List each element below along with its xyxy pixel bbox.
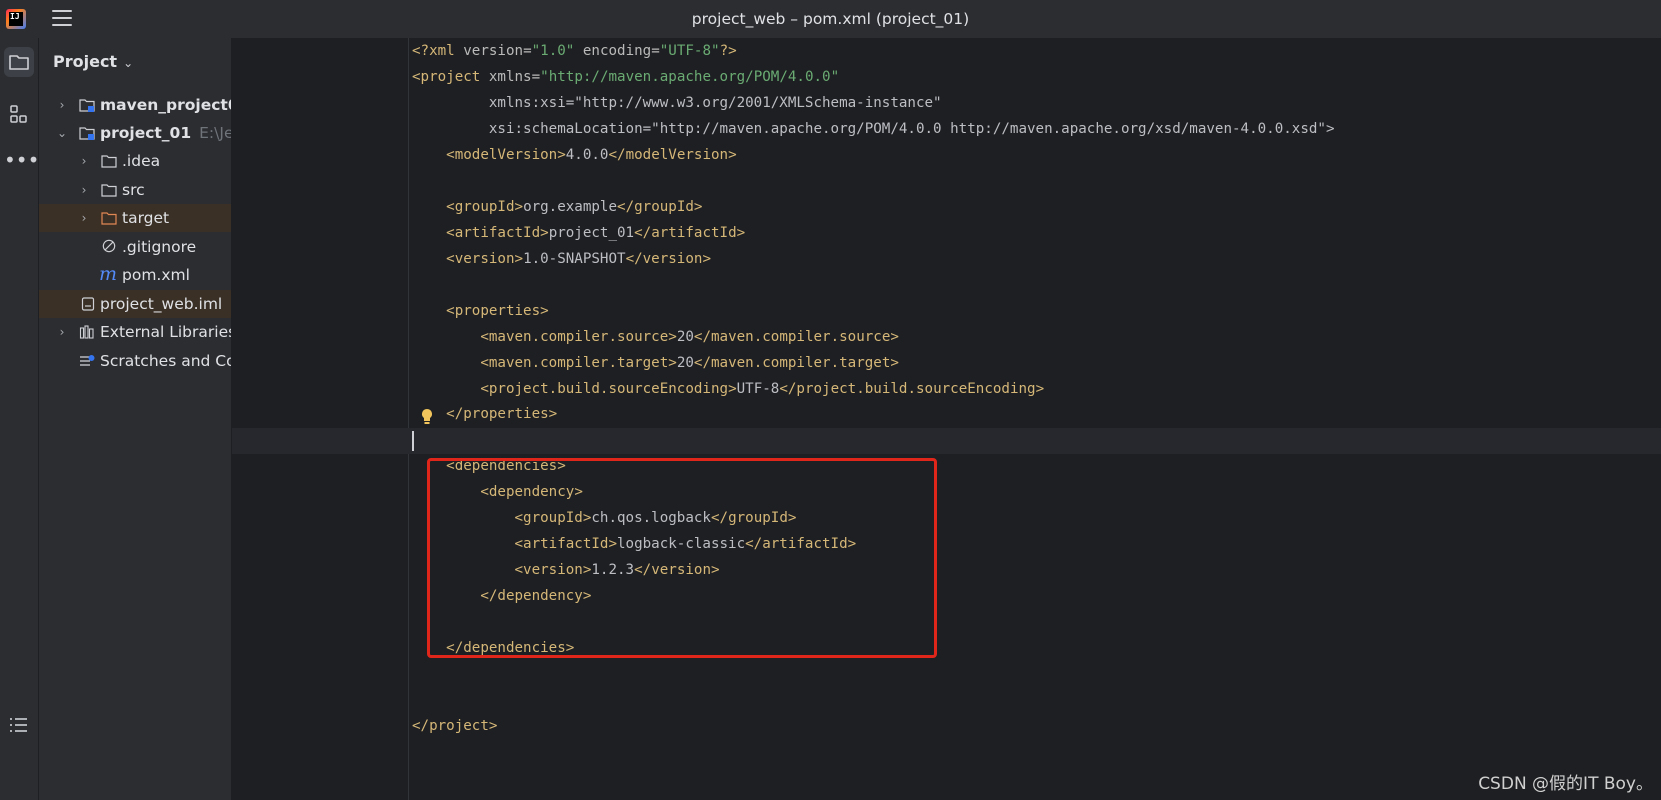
tree-item-idea[interactable]: › .idea (39, 147, 231, 175)
code-line[interactable]: <artifactId>project_01</artifactId> (412, 220, 745, 246)
tool-window-strip: ••• (0, 38, 39, 800)
text-caret (412, 431, 414, 451)
code-line[interactable]: xsi:schemaLocation="http://maven.apache.… (412, 116, 1335, 142)
tree-item-target[interactable]: › target (39, 204, 231, 232)
ignore-file-icon (102, 239, 116, 253)
tree-item-label: project_web.iml (100, 295, 223, 313)
tree-item-label: .gitignore (122, 238, 197, 256)
tree-item-label: pom.xml (122, 266, 190, 284)
maven-file-icon: m (99, 263, 118, 285)
tree-item-pom-xml[interactable]: m pom.xml (39, 261, 231, 289)
libraries-icon (79, 325, 94, 339)
tree-item-label: Scratches and Co (100, 352, 232, 370)
tree-item-label: src (122, 181, 145, 199)
panel-title: Project (53, 52, 118, 71)
highlight-annotation-box (427, 458, 937, 658)
excluded-folder-icon (101, 212, 117, 225)
code-line[interactable]: <?xml version="1.0" encoding="UTF-8"?> (412, 38, 737, 64)
window-title: project_web – pom.xml (project_01) (691, 10, 970, 28)
chevron-down-icon: ⌄ (123, 56, 134, 70)
module-icon (79, 127, 95, 140)
structure-icon[interactable] (4, 100, 34, 130)
code-line[interactable]: xmlns:xsi="http://www.w3.org/2001/XMLSch… (412, 90, 942, 116)
tree-item-label: project_01 (100, 124, 192, 142)
tree-item-scratches[interactable]: Scratches and Co (39, 347, 231, 375)
more-icon[interactable]: ••• (4, 149, 39, 179)
iml-file-icon (81, 297, 95, 311)
chevron-right-icon[interactable]: › (77, 176, 91, 204)
gutter-divider (408, 38, 409, 800)
module-icon (79, 99, 95, 112)
tree-item-label: maven_project01 (100, 96, 231, 114)
tree-item-gitignore[interactable]: .gitignore (39, 233, 231, 261)
tree-item-label: target (122, 209, 170, 227)
scratches-icon (80, 355, 95, 366)
chevron-right-icon[interactable]: › (55, 91, 69, 119)
project-tool-window: Project ⌄ › maven_project01 ⌄ project_01 E… (39, 38, 232, 800)
code-line[interactable]: <maven.compiler.target>20</maven.compile… (412, 350, 899, 376)
folder-icon (101, 184, 117, 197)
tree-item-external-libraries[interactable]: › External Libraries (39, 318, 231, 346)
code-line[interactable]: <project.build.sourceEncoding>UTF-8</pro… (412, 376, 1044, 402)
code-line[interactable]: <project xmlns="http://maven.apache.org/… (412, 64, 839, 90)
tree-item-maven-project01[interactable]: › maven_project01 (39, 91, 231, 119)
project-folder-icon[interactable] (4, 47, 34, 77)
chevron-down-icon[interactable]: ⌄ (55, 119, 69, 147)
chevron-right-icon[interactable]: › (55, 318, 69, 346)
project-view-selector[interactable]: Project ⌄ (53, 52, 133, 71)
code-line[interactable]: <modelVersion>4.0.0</modelVersion> (412, 142, 736, 168)
tree-item-label: External Libraries (100, 323, 232, 341)
watermark-text: CSDN @假的IT Boy。 (1478, 774, 1653, 794)
folder-icon (101, 155, 117, 168)
tree-item-project-01[interactable]: ⌄ project_01 E:\Jet (39, 119, 231, 147)
chevron-right-icon[interactable]: › (77, 147, 91, 175)
tree-item-project-web-iml[interactable]: project_web.iml (39, 290, 231, 318)
code-line[interactable]: </properties> (412, 401, 557, 427)
code-line[interactable]: <groupId>org.example</groupId> (412, 194, 702, 220)
code-editor[interactable]: <?xml version="1.0" encoding="UTF-8"?> <p… (232, 38, 1661, 800)
code-line[interactable]: <version>1.0-SNAPSHOT</version> (412, 246, 711, 272)
tree-item-path-hint: E:\Jet (199, 124, 231, 142)
code-line[interactable]: <maven.compiler.source>20</maven.compile… (412, 324, 899, 350)
code-line[interactable]: <properties> (412, 298, 549, 324)
tree-item-label: .idea (122, 152, 161, 170)
tree-item-src[interactable]: › src (39, 176, 231, 204)
title-bar: IJ project_web – pom.xml (project_01) (0, 0, 1661, 39)
code-line[interactable]: </project> (412, 713, 497, 739)
chevron-right-icon[interactable]: › (77, 204, 91, 232)
caret-row-highlight (232, 428, 1661, 454)
list-icon[interactable] (4, 710, 34, 740)
